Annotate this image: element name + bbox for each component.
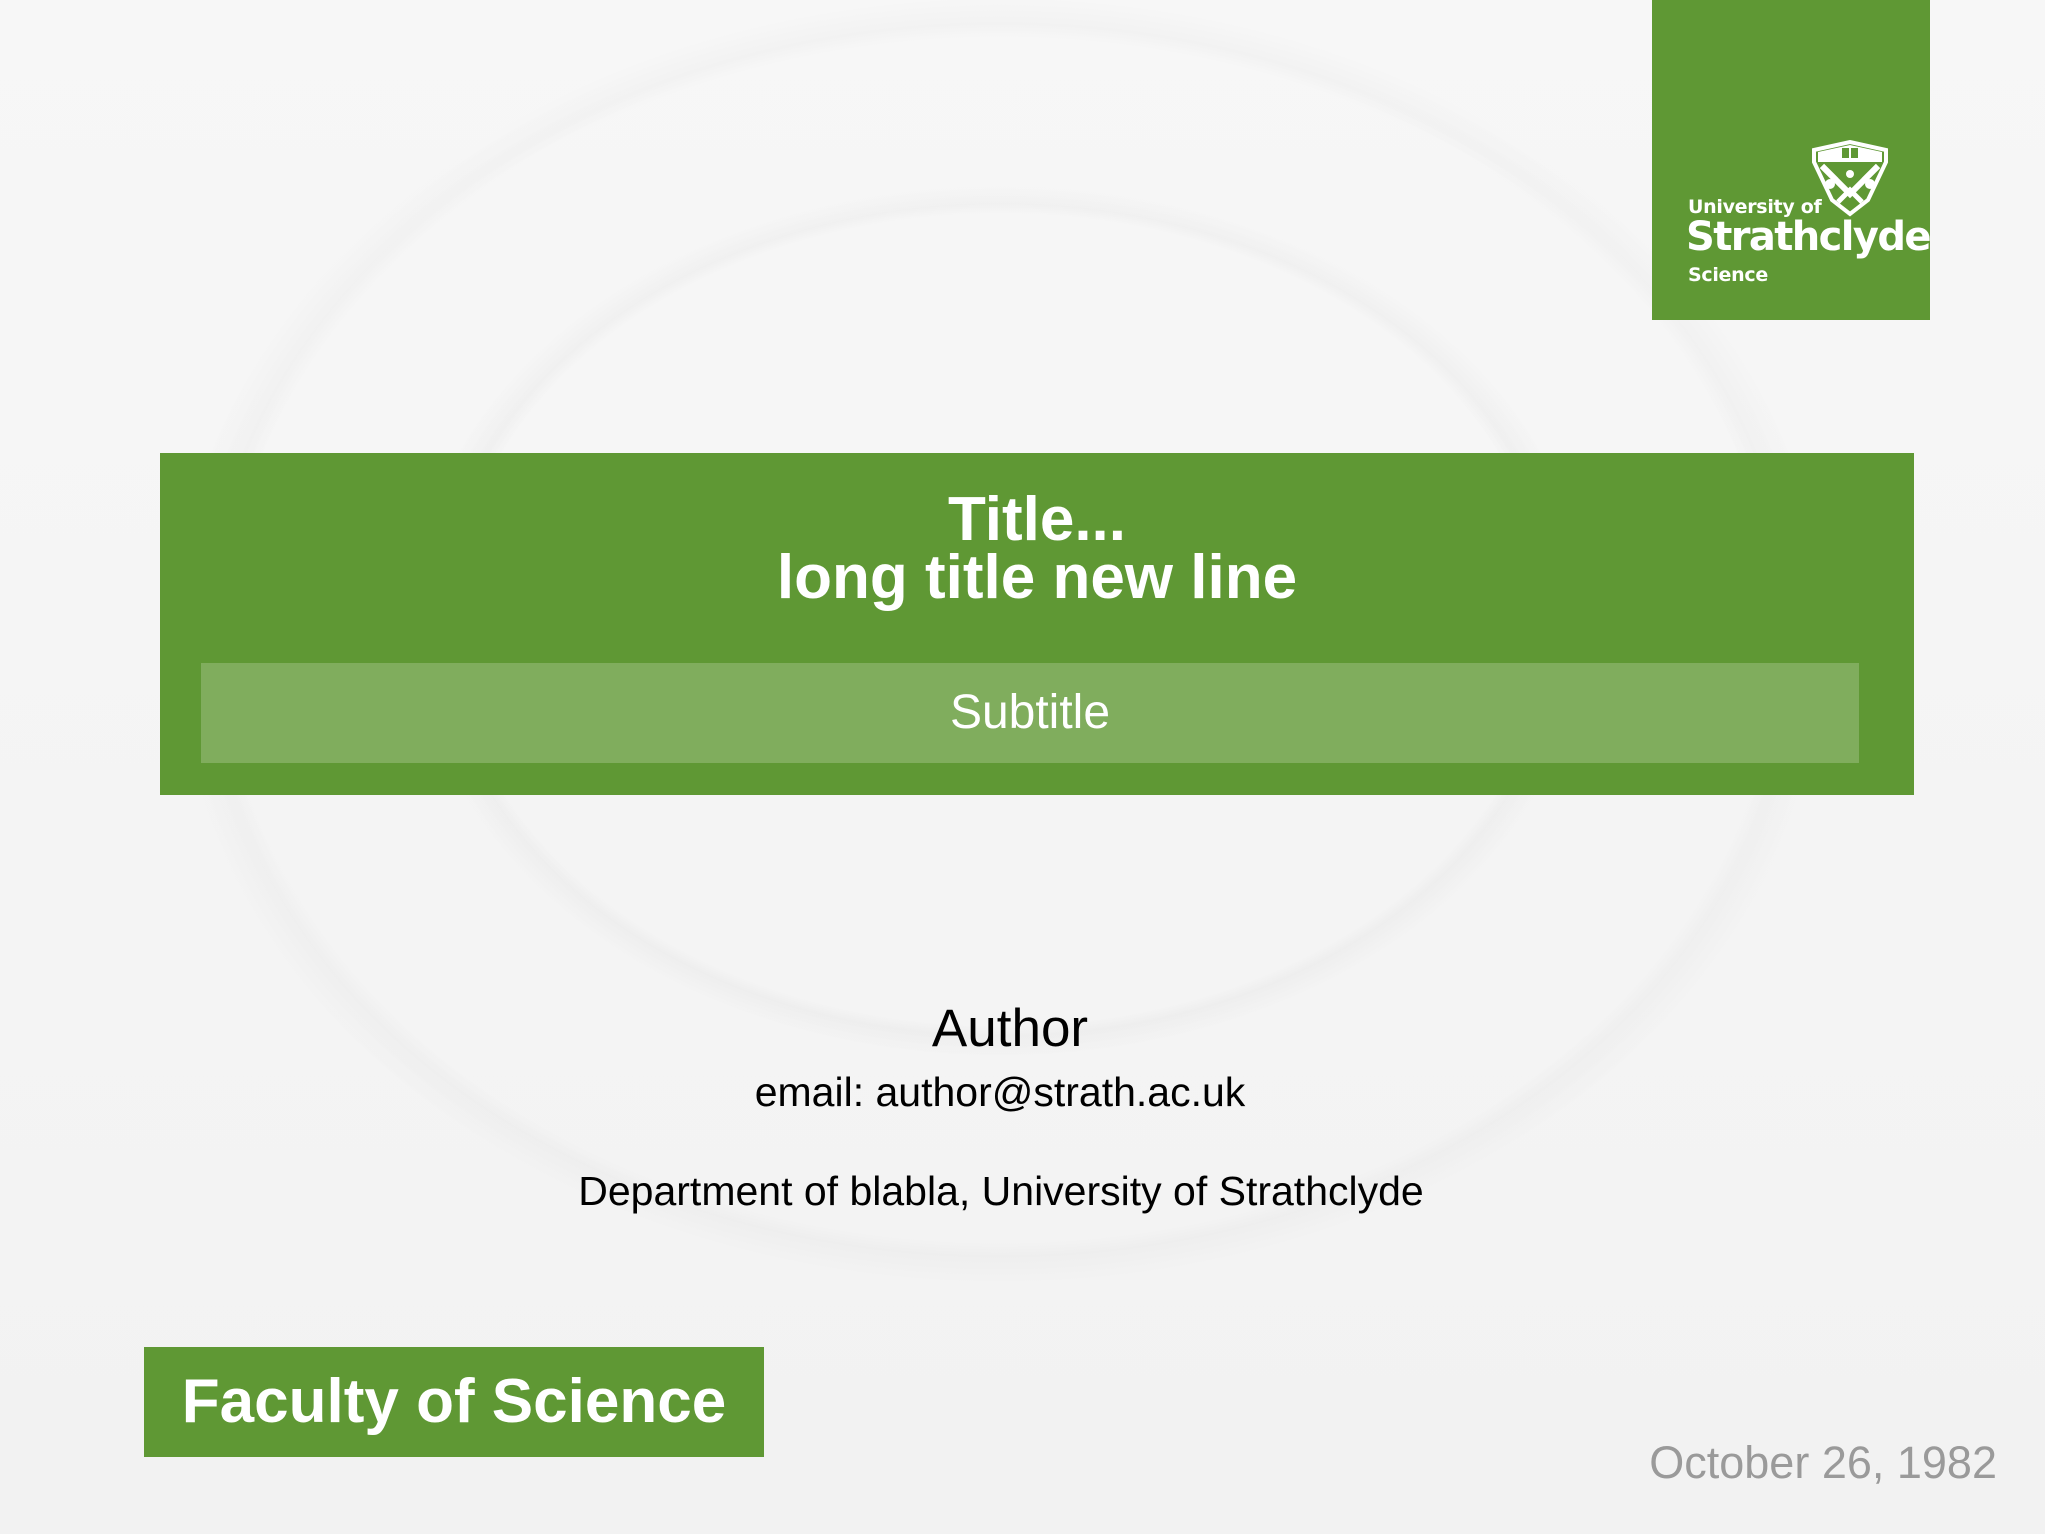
faculty-badge: Faculty of Science <box>144 1347 764 1457</box>
author-email: email: author@strath.ac.uk <box>754 1069 1246 1115</box>
slide-date: October 26, 1982 <box>1649 1437 1997 1488</box>
slide-subtitle: Subtitle <box>949 686 1111 739</box>
faculty-label: Faculty of Science <box>181 1367 727 1436</box>
logo-text-science: Science <box>1688 264 1768 286</box>
title-line-2: long title new line <box>776 543 1298 612</box>
title-block: Title... long title new line Subtitle <box>160 453 1914 795</box>
title-slide: University of Strathclyde Science Title.… <box>0 0 2045 1534</box>
title-line-1: Title... <box>947 485 1126 554</box>
author-department: Department of blabla, University of Stra… <box>578 1168 1424 1214</box>
subtitle-bar: Subtitle <box>201 663 1859 763</box>
university-logo: University of Strathclyde Science <box>1652 0 1932 320</box>
author-name: Author <box>931 999 1089 1058</box>
logo-text-strathclyde: Strathclyde <box>1686 214 1932 260</box>
slide-title: Title... long title new line <box>160 485 1914 612</box>
